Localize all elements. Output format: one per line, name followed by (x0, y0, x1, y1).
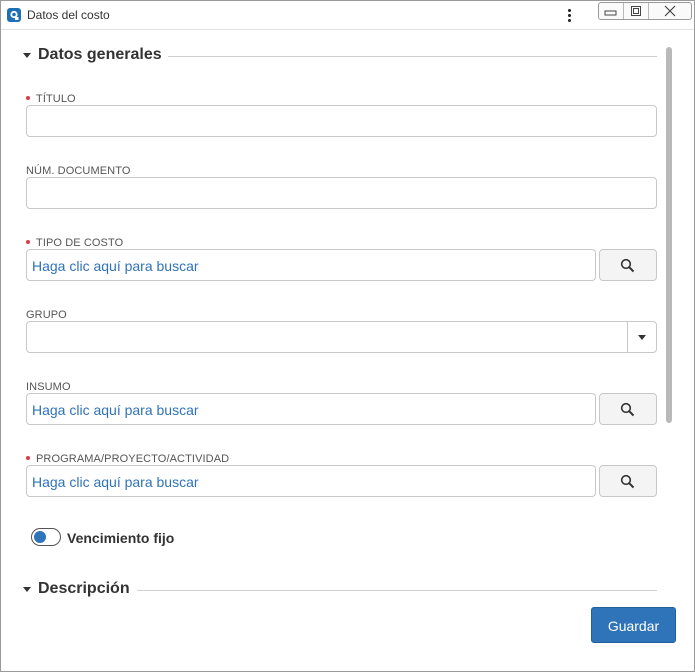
programa-placeholder: Haga clic aquí para buscar (32, 474, 199, 490)
search-icon (620, 402, 635, 417)
num-documento-label: NÚM. DOCUMENTO (26, 165, 131, 177)
form-content: Datos generales TÍTULO NÚM. DOCUMENTO TI… (1, 30, 694, 671)
restore-icon (631, 6, 641, 16)
save-button[interactable]: Guardar (591, 607, 676, 643)
close-icon (664, 5, 676, 17)
required-marker (26, 456, 30, 460)
titulo-input[interactable] (26, 105, 657, 137)
titulo-label: TÍTULO (36, 93, 76, 105)
maximize-button[interactable] (624, 3, 649, 19)
required-marker (26, 240, 30, 244)
toggle-knob (34, 531, 46, 543)
tipo-costo-label: TIPO DE COSTO (36, 237, 124, 249)
collapse-caret-icon (23, 587, 31, 592)
grupo-select[interactable] (26, 321, 657, 353)
programa-label: PROGRAMA/PROYECTO/ACTIVIDAD (36, 453, 230, 465)
search-icon (620, 474, 635, 489)
vencimiento-fijo-toggle[interactable] (31, 528, 61, 546)
section-description-header[interactable]: Descripción (23, 580, 135, 600)
kebab-menu-icon[interactable] (562, 5, 576, 25)
insumo-lookup[interactable]: Haga clic aquí para buscar (26, 393, 596, 425)
collapse-caret-icon (23, 53, 31, 58)
tipo-costo-placeholder: Haga clic aquí para buscar (32, 258, 199, 274)
title-bar[interactable]: Datos del costo (1, 1, 694, 30)
window-controls (598, 2, 692, 20)
section-divider (168, 56, 657, 57)
minimize-icon (604, 10, 617, 16)
search-icon (620, 258, 635, 273)
insumo-placeholder: Haga clic aquí para buscar (32, 402, 199, 418)
section-general-title: Datos generales (38, 46, 162, 63)
close-button[interactable] (649, 3, 691, 19)
save-button-label: Guardar (607, 618, 660, 634)
num-documento-input[interactable] (26, 177, 657, 209)
dialog-window: Datos del costo Datos generales TÍTULO N… (0, 0, 695, 672)
programa-search-button[interactable] (599, 465, 657, 497)
chevron-down-icon[interactable] (627, 322, 656, 352)
section-divider (137, 590, 657, 591)
tipo-costo-search-button[interactable] (599, 249, 657, 281)
window-title: Datos del costo (27, 8, 110, 22)
section-general-header[interactable]: Datos generales (23, 46, 163, 66)
vencimiento-fijo-label: Vencimiento fijo (67, 530, 175, 546)
insumo-label: INSUMO (26, 381, 71, 393)
grupo-label: GRUPO (26, 309, 67, 321)
tipo-costo-lookup[interactable]: Haga clic aquí para buscar (26, 249, 596, 281)
programa-lookup[interactable]: Haga clic aquí para buscar (26, 465, 596, 497)
required-marker (26, 96, 30, 100)
section-description-title: Descripción (38, 580, 130, 597)
insumo-search-button[interactable] (599, 393, 657, 425)
minimize-button[interactable] (599, 3, 624, 19)
app-logo-icon (7, 8, 21, 22)
scrollbar[interactable] (666, 47, 672, 423)
